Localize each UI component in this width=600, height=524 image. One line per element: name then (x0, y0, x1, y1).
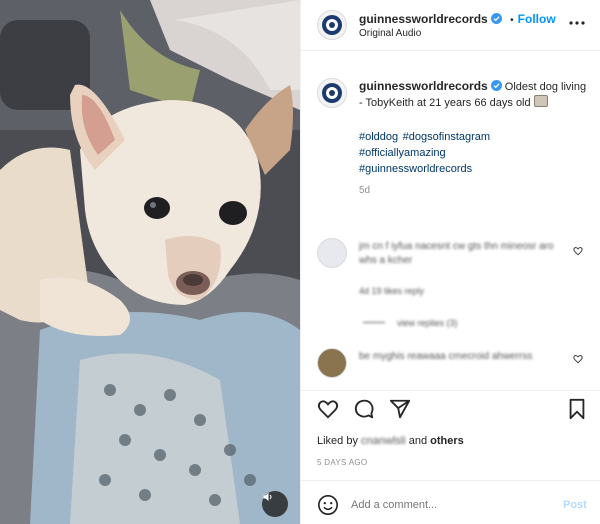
likes-others[interactable]: others (430, 435, 464, 447)
post-video[interactable] (0, 0, 300, 524)
actions-divider (301, 390, 600, 391)
likes-conj: and (408, 435, 428, 447)
hashtag[interactable]: #guinnessworldrecords (359, 161, 589, 177)
replies-line (363, 322, 385, 323)
hashtags: #olddog #dogsofinstagram #officiallyamaz… (359, 127, 589, 177)
follow-button[interactable]: Follow (518, 12, 556, 26)
hashtag[interactable]: #dogsofinstagram (403, 131, 490, 143)
emoji-icon[interactable] (317, 494, 339, 516)
comment-text: jm cn f iyfua nacesnt cw gts thn mineosr… (359, 241, 554, 266)
view-replies-text: view replies (3) (397, 318, 458, 328)
verified-badge-icon (490, 13, 502, 24)
audio-label[interactable]: Original Audio (359, 28, 421, 39)
bookmark-icon[interactable] (567, 398, 587, 420)
view-replies-link[interactable]: view replies (3) (363, 318, 458, 328)
hashtag[interactable]: #officiallyamazing (359, 145, 589, 161)
comment-text: be myghis reawaaa cmecroid ahwerrss (359, 351, 533, 362)
liked-by-user[interactable]: cnanwlsli (361, 435, 406, 447)
guinness-logo-icon (322, 83, 342, 103)
guinness-logo-icon (322, 15, 342, 35)
heart-icon[interactable] (573, 354, 583, 364)
share-icon[interactable] (389, 398, 411, 420)
comment-avatar[interactable] (317, 238, 347, 268)
emoji-icon-caption (533, 95, 548, 107)
input-divider (301, 480, 600, 481)
post-header: guinnessworldrecords • Follow Original Au… (301, 0, 600, 51)
dog-video-frame (0, 0, 300, 524)
more-icon[interactable] (569, 20, 585, 26)
comment-icon[interactable] (353, 398, 375, 420)
comment-item: be myghis reawaaa cmecroid ahwerrss (359, 350, 559, 364)
hashtag[interactable]: #olddog (359, 131, 398, 143)
caption-username[interactable]: guinnessworldrecords (359, 79, 488, 93)
heart-icon[interactable] (317, 398, 339, 420)
caption-avatar[interactable] (317, 78, 347, 108)
caption-time[interactable]: 5d (359, 185, 589, 196)
comment-avatar[interactable] (317, 348, 347, 378)
comment-input[interactable] (351, 496, 541, 514)
post-side-panel: guinnessworldrecords • Follow Original Au… (300, 0, 600, 524)
speaker-button[interactable] (262, 491, 288, 517)
post-username[interactable]: guinnessworldrecords (359, 12, 488, 26)
post-comment-button[interactable]: Post (563, 499, 587, 511)
comment-meta[interactable]: 4d 19 likes reply (359, 286, 424, 296)
heart-icon[interactable] (573, 246, 583, 256)
comment-item: jm cn f iyfua nacesnt cw gts thn mineosr… (359, 240, 559, 268)
avatar[interactable] (317, 10, 347, 40)
post-date[interactable]: 5 DAYS AGO (317, 458, 367, 467)
separator-dot: • (510, 15, 514, 26)
likes-prefix: Liked by (317, 435, 358, 447)
caption: guinnessworldrecords Oldest dog living -… (359, 78, 589, 196)
likes-line: Liked by cnanwlsli and others (317, 435, 464, 447)
verified-badge-icon (490, 80, 502, 91)
speaker-icon (263, 493, 272, 501)
